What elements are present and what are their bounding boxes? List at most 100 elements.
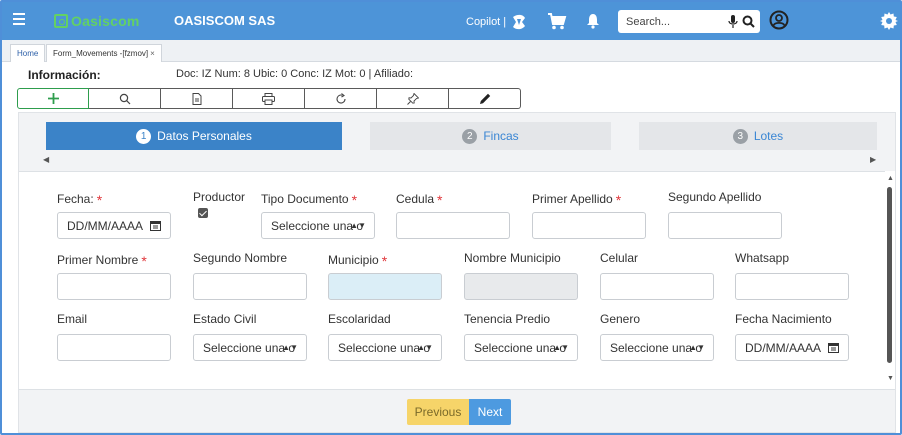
next-button[interactable]: Next (469, 399, 511, 425)
field-tipo-documento: Tipo Documento * (261, 190, 358, 208)
wizard-panel: 1 Datos Personales 2 Fincas 3 Lotes ◀ ▶ … (18, 112, 896, 433)
field-celular: Celular (600, 251, 638, 265)
mic-icon[interactable] (728, 14, 738, 29)
pin-button[interactable] (377, 88, 449, 109)
field-segundo-nombre: Segundo Nombre (193, 251, 287, 265)
primer-apellido-input[interactable] (532, 212, 646, 239)
label-nombre-municipio: Nombre Municipio (464, 251, 561, 265)
copilot-label: Copilot | (466, 16, 507, 28)
vertical-scrollbar[interactable]: ▲ ▼ (885, 171, 895, 389)
scroll-left-arrow[interactable]: ◀ (43, 155, 49, 164)
refresh-icon (335, 92, 346, 104)
step-datos-personales[interactable]: 1 Datos Personales (46, 122, 342, 150)
scrollbar-thumb[interactable] (887, 187, 892, 363)
copilot-button[interactable]: Copilot | (466, 14, 528, 30)
cedula-input[interactable] (396, 212, 510, 239)
wizard-steps: 1 Datos Personales 2 Fincas 3 Lotes ◀ ▶ (19, 113, 895, 171)
whatsapp-input[interactable] (735, 273, 849, 300)
escolaridad-select[interactable]: Seleccione una o ▲▼ (328, 334, 442, 361)
step-number: 2 (462, 128, 478, 144)
label-email: Email (57, 312, 88, 326)
email-input[interactable] (57, 334, 171, 361)
segundo-nombre-input[interactable] (193, 273, 307, 300)
required-mark: * (96, 192, 103, 208)
edit-button[interactable] (449, 88, 521, 109)
required-mark: * (615, 192, 622, 208)
step-label: Fincas (483, 129, 519, 143)
tipo-documento-select[interactable]: Seleccione una o ▲▼ (261, 212, 375, 239)
select-arrow-icon: ▲▼ (553, 343, 569, 352)
calendar-icon[interactable] (150, 220, 161, 231)
fecha-nacimiento-placeholder: DD/MM/AAAA (745, 340, 822, 355)
pencil-icon (479, 93, 490, 104)
form-area: Fecha: * DD/MM/AAAA Productor Tipo Docume… (19, 171, 885, 389)
label-tipo-documento: Tipo Documento (261, 192, 349, 206)
bell-icon[interactable] (586, 13, 600, 29)
required-mark: * (351, 192, 358, 208)
label-segundo-apellido: Segundo Apellido (668, 190, 762, 204)
label-primer-apellido: Primer Apellido (532, 192, 613, 206)
search-icon[interactable] (742, 15, 755, 28)
toolbar (17, 88, 521, 109)
municipio-input[interactable] (328, 273, 442, 300)
document-icon (192, 92, 201, 105)
menu-icon[interactable] (13, 13, 25, 27)
step-fincas[interactable]: 2 Fincas (370, 122, 611, 150)
label-fecha: Fecha: (57, 192, 94, 206)
add-button[interactable] (17, 88, 89, 109)
info-title: Información: (28, 68, 101, 82)
cart-icon[interactable] (547, 12, 567, 30)
close-tab-icon[interactable]: × (150, 49, 155, 58)
select-arrow-icon: ▲▼ (350, 221, 366, 230)
top-bar: Oasiscom OASISCOM SAS Copilot | (2, 2, 900, 40)
label-celular: Celular (600, 251, 639, 265)
step-label: Lotes (753, 129, 784, 143)
step-lotes[interactable]: 3 Lotes (639, 122, 877, 150)
user-icon[interactable] (769, 10, 789, 30)
info-bar: Información: Doc: IZ Num: 8 Ubic: 0 Conc… (2, 63, 900, 85)
app-window: Oasiscom OASISCOM SAS Copilot | Search..… (0, 0, 902, 435)
tab-home[interactable]: Home (10, 44, 46, 62)
field-tenencia-predio: Tenencia Predio (464, 312, 550, 326)
estado-civil-select[interactable]: Seleccione una o ▲▼ (193, 334, 307, 361)
tab-strip: Home Form_Movements -[fzmov] × (2, 40, 900, 62)
field-nombre-municipio: Nombre Municipio (464, 251, 561, 265)
label-primer-nombre: Primer Nombre (57, 253, 139, 267)
scroll-down-arrow[interactable]: ▼ (887, 375, 894, 382)
segundo-apellido-input[interactable] (668, 212, 782, 239)
tenencia-predio-select[interactable]: Seleccione una o ▲▼ (464, 334, 578, 361)
label-segundo-nombre: Segundo Nombre (193, 251, 288, 265)
gear-icon[interactable] (880, 12, 898, 30)
search-input[interactable] (626, 11, 726, 32)
previous-button[interactable]: Previous (407, 399, 469, 425)
label-escolaridad: Escolaridad (328, 312, 391, 326)
productor-checkbox[interactable] (198, 208, 208, 218)
primer-nombre-input[interactable] (57, 273, 171, 300)
document-button[interactable] (161, 88, 233, 109)
field-fecha-nacimiento: Fecha Nacimiento (735, 312, 832, 326)
search-box (618, 10, 760, 33)
fecha-input[interactable]: DD/MM/AAAA (57, 212, 171, 239)
field-email: Email (57, 312, 87, 326)
label-municipio: Municipio (328, 253, 379, 267)
calendar-icon[interactable] (828, 342, 839, 353)
search-icon (119, 93, 130, 104)
celular-input[interactable] (600, 273, 714, 300)
tab-form-movements-label: Form_Movements -[fzmov] (53, 49, 149, 58)
refresh-button[interactable] (305, 88, 377, 109)
label-estado-civil: Estado Civil (193, 312, 257, 326)
field-escolaridad: Escolaridad (328, 312, 391, 326)
field-estado-civil: Estado Civil (193, 312, 256, 326)
tab-form-movements[interactable]: Form_Movements -[fzmov] × (46, 44, 162, 62)
step-number: 3 (732, 128, 748, 144)
step-label: Datos Personales (157, 129, 252, 143)
fecha-nacimiento-input[interactable]: DD/MM/AAAA (735, 334, 849, 361)
company-name: OASISCOM SAS (174, 13, 276, 28)
scroll-right-arrow[interactable]: ▶ (870, 155, 876, 164)
search-button[interactable] (89, 88, 161, 109)
print-button[interactable] (233, 88, 305, 109)
scroll-up-arrow[interactable]: ▲ (887, 175, 894, 182)
logo-text: Oasiscom (71, 12, 140, 29)
genero-select[interactable]: Seleccione una o ▲▼ (600, 334, 714, 361)
add-icon (47, 93, 59, 104)
